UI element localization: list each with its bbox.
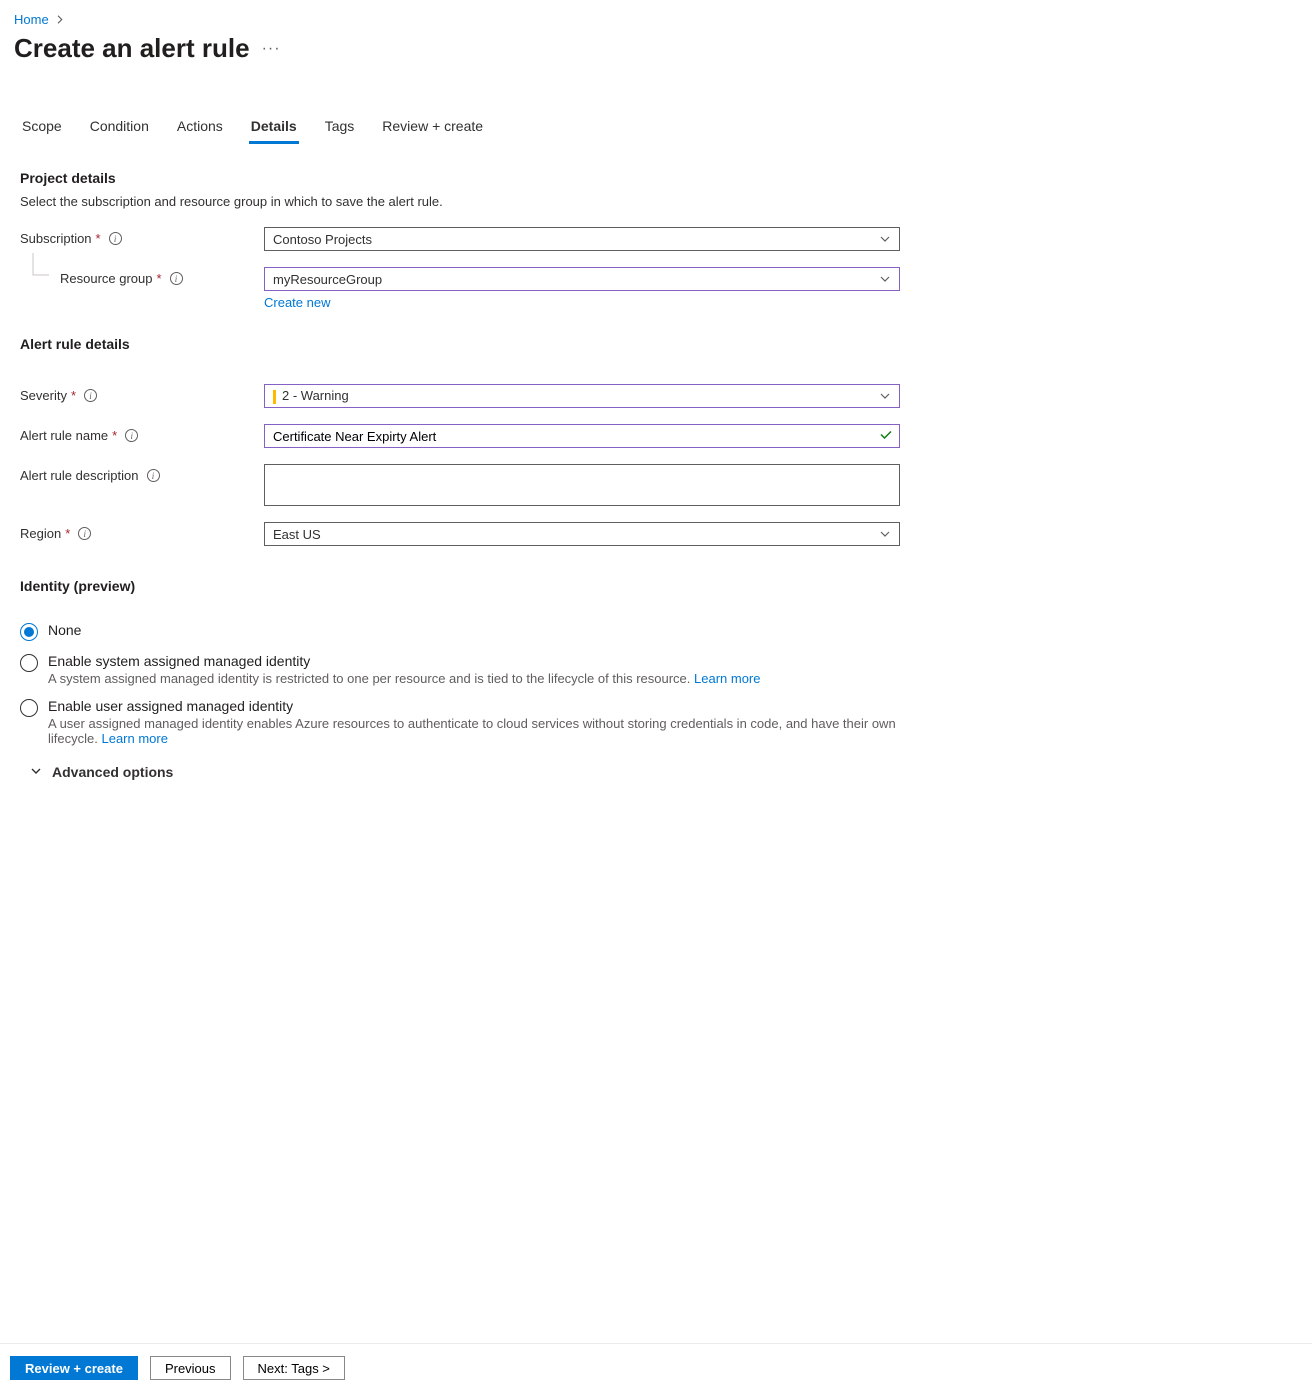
subscription-label: Subscription* i bbox=[20, 227, 264, 246]
alert-rule-description-input[interactable] bbox=[273, 469, 891, 501]
chevron-down-icon bbox=[30, 765, 42, 780]
resource-group-label: Resource group* i bbox=[60, 267, 264, 286]
identity-system-radio[interactable] bbox=[20, 654, 38, 672]
alert-rule-name-input[interactable] bbox=[273, 425, 869, 447]
info-icon[interactable]: i bbox=[147, 469, 160, 482]
breadcrumb: Home bbox=[0, 0, 1312, 33]
alert-rule-description-wrapper bbox=[264, 464, 900, 506]
severity-label: Severity* i bbox=[20, 384, 264, 403]
identity-user-label: Enable user assigned managed identity bbox=[48, 698, 900, 714]
hierarchy-connector bbox=[20, 267, 60, 283]
subscription-select[interactable]: Contoso Projects bbox=[264, 227, 900, 251]
resource-group-select[interactable]: myResourceGroup bbox=[264, 267, 900, 291]
chevron-down-icon bbox=[879, 528, 891, 540]
tab-bar: Scope Condition Actions Details Tags Rev… bbox=[0, 84, 1312, 144]
review-create-button[interactable]: Review + create bbox=[10, 1356, 138, 1380]
project-details-heading: Project details bbox=[20, 170, 900, 186]
alert-rule-description-label: Alert rule description i bbox=[20, 464, 264, 483]
alert-rule-name-input-wrapper bbox=[264, 424, 900, 448]
check-icon bbox=[879, 428, 893, 445]
tab-condition[interactable]: Condition bbox=[88, 112, 151, 144]
chevron-right-icon bbox=[55, 12, 64, 27]
identity-system-label: Enable system assigned managed identity bbox=[48, 653, 761, 669]
info-icon[interactable]: i bbox=[84, 389, 97, 402]
info-icon[interactable]: i bbox=[125, 429, 138, 442]
identity-none-radio[interactable] bbox=[20, 623, 38, 641]
tab-actions[interactable]: Actions bbox=[175, 112, 225, 144]
identity-system-description: A system assigned managed identity is re… bbox=[48, 671, 761, 686]
chevron-down-icon bbox=[879, 390, 891, 402]
alert-rule-name-label: Alert rule name* i bbox=[20, 424, 264, 443]
info-icon[interactable]: i bbox=[78, 527, 91, 540]
footer-action-bar: Review + create Previous Next: Tags > bbox=[0, 1343, 1312, 1392]
more-icon[interactable]: ··· bbox=[262, 40, 281, 58]
previous-button[interactable]: Previous bbox=[150, 1356, 231, 1380]
info-icon[interactable]: i bbox=[109, 232, 122, 245]
title-row: Create an alert rule ··· bbox=[0, 33, 1312, 84]
learn-more-link[interactable]: Learn more bbox=[694, 671, 760, 686]
region-select[interactable]: East US bbox=[264, 522, 900, 546]
next-button[interactable]: Next: Tags > bbox=[243, 1356, 345, 1380]
identity-radio-group: None Enable system assigned managed iden… bbox=[20, 622, 900, 746]
tab-details[interactable]: Details bbox=[249, 112, 299, 144]
tab-review[interactable]: Review + create bbox=[380, 112, 485, 144]
page-title: Create an alert rule bbox=[14, 33, 250, 64]
learn-more-link[interactable]: Learn more bbox=[101, 731, 167, 746]
identity-user-radio[interactable] bbox=[20, 699, 38, 717]
tab-tags[interactable]: Tags bbox=[323, 112, 357, 144]
identity-none-label: None bbox=[48, 622, 81, 638]
advanced-options-toggle[interactable]: Advanced options bbox=[20, 764, 900, 780]
identity-user-description: A user assigned managed identity enables… bbox=[48, 716, 900, 746]
chevron-down-icon bbox=[879, 233, 891, 245]
alert-rule-details-heading: Alert rule details bbox=[20, 336, 900, 352]
breadcrumb-home[interactable]: Home bbox=[14, 12, 49, 27]
region-label: Region* i bbox=[20, 522, 264, 541]
severity-color-icon bbox=[273, 390, 276, 404]
info-icon[interactable]: i bbox=[170, 272, 183, 285]
create-new-link[interactable]: Create new bbox=[264, 295, 330, 310]
severity-select[interactable]: 2 - Warning bbox=[264, 384, 900, 408]
tab-scope[interactable]: Scope bbox=[20, 112, 64, 144]
project-details-description: Select the subscription and resource gro… bbox=[20, 194, 900, 209]
chevron-down-icon bbox=[879, 273, 891, 285]
identity-heading: Identity (preview) bbox=[20, 578, 900, 594]
